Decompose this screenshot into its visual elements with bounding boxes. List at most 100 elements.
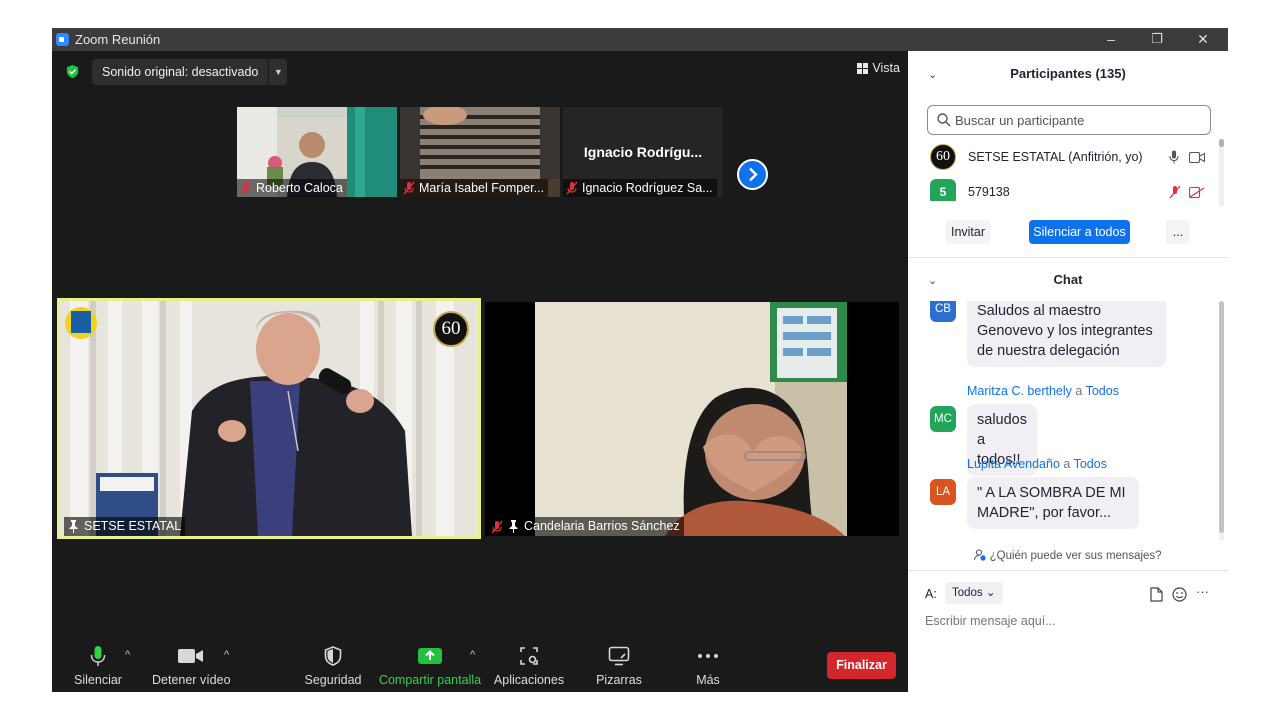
chat-avatar: CB <box>930 301 956 322</box>
chat-text-line: Genovevo y los integrantes <box>977 323 1153 339</box>
participant-search-input[interactable]: Buscar un participante <box>927 105 1211 135</box>
close-button[interactable]: ✕ <box>1180 28 1226 51</box>
search-icon <box>937 113 951 127</box>
anniversary-badge: 60 <box>433 311 469 347</box>
more-chat-options-icon[interactable]: ··· <box>1196 584 1209 599</box>
participant-name: Ignacio Rodríguez Sa... <box>582 181 713 195</box>
next-page-button[interactable] <box>737 159 768 190</box>
mute-button[interactable]: Silenciar <box>72 644 124 687</box>
participants-scrollbar[interactable] <box>1219 139 1224 207</box>
mic-muted-icon <box>240 181 252 195</box>
thumbnail-name-bar: María Isabel Fomper... <box>400 179 549 197</box>
participant-row-name: 579138 <box>968 185 1010 199</box>
meeting-toolbar: Silenciar ^ Detener vídeo ^ Seguridad Co… <box>52 644 908 692</box>
panel-divider <box>908 257 1228 258</box>
original-sound-dropdown-icon[interactable]: ▼ <box>268 59 287 85</box>
stop-video-button[interactable]: Detener vídeo <box>152 644 231 687</box>
video-camera-icon[interactable] <box>1189 151 1205 163</box>
mute-all-button[interactable]: Silenciar a todos <box>1029 220 1130 244</box>
apps-icon <box>520 647 538 665</box>
chat-sender: Lupita Avendaño a Todos <box>967 457 1107 471</box>
window-title: Zoom Reunión <box>75 32 161 47</box>
mute-label: Silenciar <box>74 673 122 687</box>
mic-muted-icon <box>403 181 415 195</box>
participant-thumbnail[interactable]: Ignacio Rodrígu... Ignacio Rodríguez Sa.… <box>563 107 723 197</box>
video-off-icon[interactable] <box>1189 186 1205 198</box>
security-button[interactable]: Seguridad <box>303 644 363 687</box>
participants-list: 60 SETSE ESTATAL (Anfitrión, yo) 5 57913… <box>908 141 1228 201</box>
restore-button[interactable]: ❐ <box>1134 28 1180 51</box>
thumbnail-name-bar: Ignacio Rodríguez Sa... <box>563 179 717 197</box>
person-visibility-icon <box>974 549 987 561</box>
grid-view-icon <box>857 62 869 74</box>
recipient-name[interactable]: Todos <box>1086 384 1119 398</box>
chevron-down-icon: ⌄ <box>985 587 996 599</box>
original-sound-button[interactable]: Sonido original: desactivado ▼ <box>92 59 288 85</box>
apps-label: Aplicaciones <box>493 673 565 687</box>
video-options-caret-icon[interactable]: ^ <box>224 649 229 661</box>
sender-name[interactable]: Lupita Avendaño <box>967 457 1060 471</box>
chat-title: Chat <box>1053 272 1083 287</box>
mic-muted-icon[interactable] <box>1169 185 1181 199</box>
tile-name-bar: SETSE ESTATAL <box>64 517 186 536</box>
chat-message-input[interactable]: Escribir mensaje aquí... <box>925 614 1215 628</box>
view-button[interactable]: Vista <box>857 61 900 75</box>
security-label: Seguridad <box>304 673 362 687</box>
who-can-see-label: ¿Quién puede ver sus mensajes? <box>989 550 1162 562</box>
mic-muted-icon <box>566 181 578 195</box>
minimize-button[interactable]: – <box>1088 28 1134 51</box>
chat-text-line: " A LA SOMBRA DE MI <box>977 485 1126 501</box>
share-screen-button[interactable]: Compartir pantalla <box>378 644 482 687</box>
recipient-value: Todos <box>952 587 983 599</box>
pin-icon <box>69 520 78 533</box>
participant-video <box>60 301 478 536</box>
more-options-button[interactable]: ... <box>1166 220 1190 244</box>
title-bar: Zoom Reunión – ❐ ✕ <box>52 28 1228 51</box>
participants-title: Participantes (135) <box>1010 66 1126 81</box>
to-label: A: <box>925 587 937 601</box>
chat-sender: Maritza C. berthely a Todos <box>967 384 1119 398</box>
whiteboards-label: Pizarras <box>596 673 642 687</box>
chat-text-line: Saludos al maestro <box>977 303 1102 319</box>
chat-scrollbar[interactable] <box>1219 301 1224 541</box>
chevron-right-icon <box>749 167 758 182</box>
participant-row[interactable]: 5 579138 <box>930 178 1205 201</box>
side-panel: ⌄ Participantes (135) Buscar un particip… <box>908 51 1228 692</box>
zoom-window: Zoom Reunión – ❐ ✕ Sonido original: desa… <box>52 28 1228 692</box>
emoji-icon[interactable] <box>1172 587 1187 602</box>
thumbnail-name-bar: Roberto Caloca <box>237 179 347 197</box>
share-options-caret-icon[interactable]: ^ <box>470 649 475 661</box>
video-tile-active-speaker[interactable]: 60 SETSE ESTATAL <box>57 298 481 539</box>
microphone-icon[interactable] <box>1169 150 1179 164</box>
participant-thumbnail[interactable]: Roberto Caloca <box>237 107 397 197</box>
recipient-select[interactable]: Todos ⌄ <box>945 582 1003 604</box>
participant-video <box>485 302 899 536</box>
chat-avatar: MC <box>930 406 956 432</box>
invite-button[interactable]: Invitar <box>945 220 991 244</box>
audio-options-caret-icon[interactable]: ^ <box>125 649 130 661</box>
whiteboards-button[interactable]: Pizarras <box>590 644 648 687</box>
view-label: Vista <box>872 61 900 75</box>
end-meeting-button[interactable]: Finalizar <box>827 652 896 679</box>
apps-button[interactable]: Aplicaciones <box>492 644 566 687</box>
file-icon[interactable] <box>1150 587 1163 602</box>
sender-name[interactable]: Maritza C. berthely <box>967 384 1072 398</box>
who-can-see-link[interactable]: ¿Quién puede ver sus mensajes? <box>908 549 1228 562</box>
whiteboard-icon <box>608 646 630 666</box>
recipient-name[interactable]: Todos <box>1074 457 1107 471</box>
participant-name: Candelaria Barrios Sánchez <box>524 519 680 533</box>
participant-row[interactable]: 60 SETSE ESTATAL (Anfitrión, yo) <box>930 143 1205 171</box>
tile-name-bar: Candelaria Barrios Sánchez <box>487 517 684 536</box>
more-dots-icon <box>698 654 718 658</box>
participant-thumbnail[interactable]: María Isabel Fomper... <box>400 107 560 197</box>
to-word: a <box>1075 384 1083 398</box>
more-label: Más <box>696 673 720 687</box>
more-button[interactable]: Más <box>686 644 730 687</box>
video-camera-icon <box>178 649 203 663</box>
encryption-shield-icon[interactable] <box>65 64 80 79</box>
zoom-app-icon <box>56 33 69 46</box>
participant-row-name: SETSE ESTATAL (Anfitrión, yo) <box>968 150 1143 164</box>
share-screen-icon <box>418 648 442 664</box>
video-tile[interactable]: Candelaria Barrios Sánchez <box>485 302 899 536</box>
chat-messages: CB Saludos al maestro Genovevo y los int… <box>908 301 1218 546</box>
